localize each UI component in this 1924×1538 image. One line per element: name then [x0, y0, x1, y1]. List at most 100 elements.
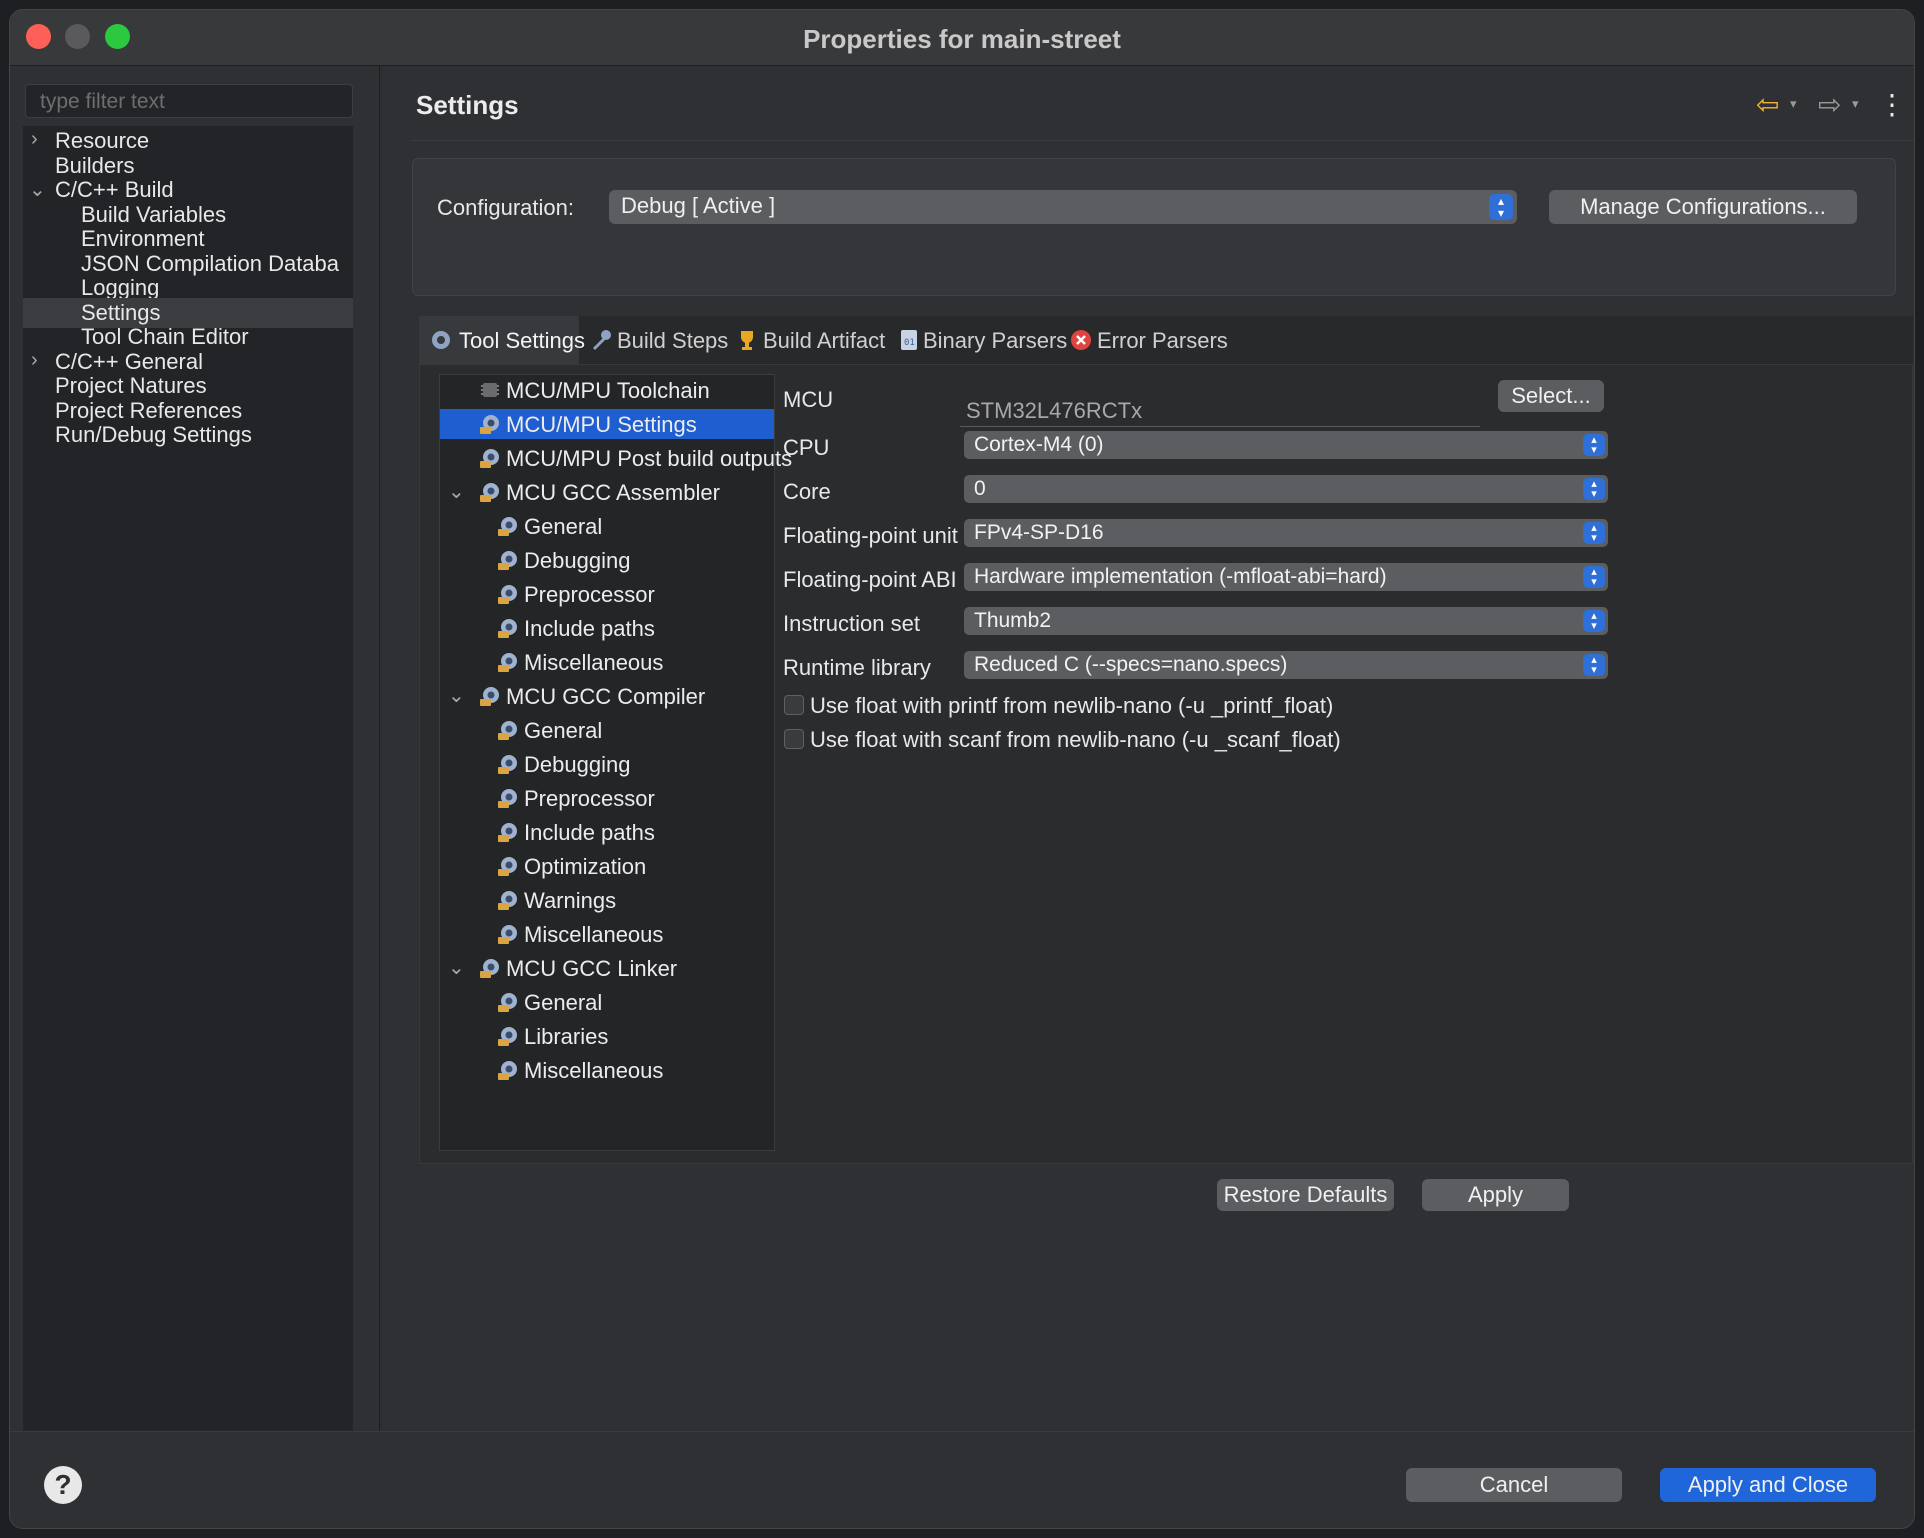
select-arrows-icon: ▴ ▾: [1583, 434, 1605, 456]
tool-gear-icon: [498, 789, 517, 808]
tool-tree-item[interactable]: Miscellaneous: [440, 1055, 774, 1085]
tool-tree-item[interactable]: General: [440, 511, 774, 541]
tool-tree-item[interactable]: MCU/MPU Settings: [440, 409, 774, 439]
tool-tree-item[interactable]: Libraries: [440, 1021, 774, 1051]
runtime-library-select-value: Reduced C (--specs=nano.specs): [974, 653, 1288, 676]
tool-tree-label: General: [524, 514, 603, 539]
forward-arrow-icon[interactable]: ⇨: [1818, 88, 1841, 121]
tab-tool-settings[interactable]: Tool Settings: [419, 316, 585, 364]
tool-gear-icon: [498, 755, 517, 774]
gear-icon: [432, 331, 450, 349]
properties-dialog: Properties for main-street type filter t…: [9, 9, 1915, 1529]
tool-gear-icon: [498, 619, 517, 638]
float-abi-select[interactable]: Hardware implementation (-mfloat-abi=har…: [964, 563, 1608, 591]
tab-binary-parsers[interactable]: 01 Binary Parsers: [887, 316, 1067, 364]
tool-gear-icon: [498, 1027, 517, 1046]
tab-build-steps[interactable]: Build Steps: [579, 316, 728, 364]
more-options-icon[interactable]: ⋮: [1878, 88, 1906, 121]
chevron-down-icon[interactable]: ⌄: [448, 683, 465, 708]
printf-float-label[interactable]: Use float with printf from newlib-nano (…: [810, 693, 1333, 719]
tab-label: Error Parsers: [1097, 328, 1228, 353]
nav-item-label: Run/Debug Settings: [55, 422, 252, 447]
tool-tree-item[interactable]: Debugging: [440, 545, 774, 575]
header-divider: [412, 140, 1914, 141]
tool-tree-item[interactable]: ⌄ MCU GCC Linker: [440, 953, 774, 983]
tool-gear-icon: [480, 449, 499, 468]
instruction-set-select[interactable]: Thumb2 ▴ ▾: [964, 607, 1608, 635]
settings-page: Settings ⇦ ▾ ⇨ ▾ ⋮ Configuration: Debug …: [382, 66, 1914, 1431]
chevron-right-icon[interactable]: ›: [31, 349, 51, 372]
runtime-library-label: Runtime library: [783, 655, 931, 680]
float-abi-select-value: Hardware implementation (-mfloat-abi=har…: [974, 565, 1387, 588]
tool-tree-label: Preprocessor: [524, 582, 655, 607]
tab-build-artifact[interactable]: Build Artifact: [725, 316, 885, 364]
tool-tree-item[interactable]: Preprocessor: [440, 579, 774, 609]
apply-button[interactable]: Apply: [1422, 1179, 1569, 1211]
configuration-select[interactable]: Debug [ Active ] ▴ ▾: [609, 190, 1517, 224]
restore-defaults-button[interactable]: Restore Defaults: [1217, 1179, 1394, 1211]
tool-gear-icon: [498, 993, 517, 1012]
back-arrow-icon[interactable]: ⇦: [1756, 88, 1779, 121]
scanf-float-checkbox[interactable]: [784, 729, 804, 749]
tab-label: Binary Parsers: [923, 328, 1068, 353]
tool-tree-item[interactable]: Debugging: [440, 749, 774, 779]
tool-tree-label: MCU/MPU Post build outputs: [506, 446, 793, 471]
tool-gear-icon: [498, 721, 517, 740]
tool-tree-item[interactable]: ⌄ MCU GCC Assembler: [440, 477, 774, 507]
fpu-label: Floating-point unit: [783, 523, 958, 548]
tool-tree-item[interactable]: Optimization: [440, 851, 774, 881]
tool-settings-tabs: Tool Settings Build Steps Build Artifact…: [419, 316, 1913, 364]
tool-tree-label: Debugging: [524, 548, 631, 573]
tool-tree-item[interactable]: Miscellaneous: [440, 919, 774, 949]
tool-tree-label: Miscellaneous: [524, 1058, 664, 1083]
fpu-select-value: FPv4-SP-D16: [974, 521, 1104, 544]
scanf-float-label[interactable]: Use float with scanf from newlib-nano (-…: [810, 727, 1341, 753]
filter-input[interactable]: type filter text: [25, 84, 353, 118]
tool-tree-item[interactable]: Miscellaneous: [440, 647, 774, 677]
chevron-down-icon[interactable]: ⌄: [448, 479, 465, 504]
chip-icon: [481, 383, 499, 397]
chevron-down-icon[interactable]: ⌄: [448, 955, 465, 980]
tool-tree-item[interactable]: General: [440, 987, 774, 1017]
chevron-right-icon[interactable]: ›: [31, 128, 51, 151]
forward-dropdown-icon[interactable]: ▾: [1852, 96, 1859, 112]
tool-gear-icon: [480, 415, 499, 434]
tab-error-parsers[interactable]: Error Parsers: [1059, 316, 1239, 364]
apply-and-close-button[interactable]: Apply and Close: [1660, 1468, 1876, 1502]
tool-tree-item[interactable]: MCU/MPU Post build outputs: [440, 443, 792, 473]
runtime-library-select[interactable]: Reduced C (--specs=nano.specs) ▴ ▾: [964, 651, 1608, 679]
property-page-tree: › Resource Builders ⌄ C/C++ Build Build …: [23, 126, 353, 1431]
tool-tree-label: MCU GCC Assembler: [506, 480, 720, 505]
back-dropdown-icon[interactable]: ▾: [1790, 96, 1797, 112]
manage-configurations-button[interactable]: Manage Configurations...: [1549, 190, 1857, 224]
title-bar: Properties for main-street: [10, 10, 1914, 66]
nav-item-run-debug-settings[interactable]: Run/Debug Settings: [23, 420, 353, 450]
tool-tree-label: Miscellaneous: [524, 922, 664, 947]
printf-float-checkbox[interactable]: [784, 695, 804, 715]
tool-tree-item[interactable]: ⌄ MCU GCC Compiler: [440, 681, 774, 711]
fpu-select[interactable]: FPv4-SP-D16 ▴ ▾: [964, 519, 1608, 547]
tool-tree-item[interactable]: Include paths: [440, 613, 774, 643]
cpu-select[interactable]: Cortex-M4 (0) ▴ ▾: [964, 431, 1608, 459]
cancel-button[interactable]: Cancel: [1406, 1468, 1622, 1502]
select-arrows-icon: ▴ ▾: [1583, 478, 1605, 500]
instruction-set-select-value: Thumb2: [974, 609, 1052, 632]
tab-label: Build Steps: [617, 328, 729, 353]
tool-settings-panel: MCU/MPU Toolchain MCU/MPU Settings MCU/MPU…: [419, 364, 1913, 1164]
tool-tree-item[interactable]: Include paths: [440, 817, 774, 847]
cpu-select-value: Cortex-M4 (0): [974, 433, 1104, 456]
help-icon[interactable]: ?: [44, 1466, 82, 1504]
core-select-value: 0: [974, 477, 986, 500]
tool-tree-item[interactable]: Preprocessor: [440, 783, 774, 813]
tool-tree: MCU/MPU Toolchain MCU/MPU Settings MCU/MPU…: [439, 374, 792, 1151]
instruction-set-label: Instruction set: [783, 611, 920, 636]
tool-tree-item[interactable]: Warnings: [440, 885, 774, 915]
core-label: Core: [783, 479, 831, 504]
core-select[interactable]: 0 ▴ ▾: [964, 475, 1608, 503]
select-mcu-button[interactable]: Select...: [1498, 380, 1604, 412]
tool-tree-label: Miscellaneous: [524, 650, 664, 675]
chevron-down-icon[interactable]: ⌄: [29, 177, 49, 202]
tool-tree-item[interactable]: General: [440, 715, 774, 745]
tool-tree-item[interactable]: MCU/MPU Toolchain: [440, 375, 774, 405]
tool-gear-icon: [480, 959, 499, 978]
